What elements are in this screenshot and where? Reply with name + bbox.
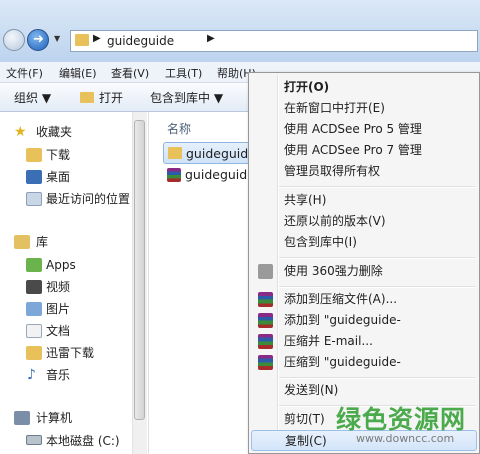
open-button[interactable]: 打开 <box>99 89 123 106</box>
nav-label: 本地磁盘 (C:) <box>46 434 120 448</box>
folder-icon <box>80 92 94 103</box>
ctx-label: 压缩并 E-mail... <box>284 334 373 348</box>
nav-scrollbar[interactable] <box>132 112 147 454</box>
computer-icon <box>14 411 30 425</box>
nav-label: 文档 <box>46 324 71 338</box>
nav-label: 下载 <box>46 148 71 162</box>
ctx-compress-email[interactable]: 压缩并 E-mail... <box>251 331 477 352</box>
chevron-right-icon[interactable]: ▶ <box>207 33 215 44</box>
ctx-compress-to-named[interactable]: 压缩到 "guideguide- <box>251 352 477 373</box>
menu-file[interactable]: 文件(F) <box>6 65 43 81</box>
menu-separator <box>279 186 475 188</box>
ctx-open[interactable]: 打开(O) <box>251 77 477 98</box>
library-icon <box>14 235 30 249</box>
menu-edit[interactable]: 编辑(E) <box>59 65 97 81</box>
ctx-label: 使用 ACDSee Pro 7 管理 <box>284 143 422 157</box>
menu-separator <box>279 377 475 379</box>
apps-icon <box>26 258 42 272</box>
folder-icon <box>168 147 182 159</box>
winrar-icon <box>258 355 273 370</box>
ctx-acdsee7[interactable]: 使用 ACDSee Pro 7 管理 <box>251 140 477 161</box>
recent-places-icon <box>26 192 42 206</box>
ctx-take-ownership[interactable]: 管理员取得所有权 <box>251 161 477 182</box>
context-menu: 打开(O) 在新窗口中打开(E) 使用 ACDSee Pro 5 管理 使用 A… <box>248 72 480 454</box>
ctx-360-delete[interactable]: 使用 360强力删除 <box>251 261 477 282</box>
scroll-thumb[interactable] <box>134 120 145 420</box>
organize-button[interactable]: 组织 ▼ <box>14 89 51 106</box>
drive-icon <box>26 435 42 445</box>
desktop-icon <box>26 170 42 184</box>
breadcrumb-item[interactable]: guideguide <box>107 34 174 48</box>
ctx-label: 使用 360强力删除 <box>284 264 383 278</box>
menu-view[interactable]: 查看(V) <box>111 65 149 81</box>
watermark-logo-text: 绿色资源网 <box>336 405 467 434</box>
ctx-label: 共享(H) <box>284 193 327 207</box>
nav-label: 音乐 <box>46 368 71 382</box>
ctx-share[interactable]: 共享(H) <box>251 190 477 211</box>
ctx-restore-versions[interactable]: 还原以前的版本(V) <box>251 211 477 232</box>
forward-button[interactable]: ➜ <box>27 29 49 51</box>
ctx-label: 压缩到 "guideguide- <box>284 355 401 369</box>
music-note-icon: ♪ <box>27 367 36 383</box>
winrar-icon <box>258 292 273 307</box>
arrow-right-icon: ➜ <box>33 32 44 47</box>
nav-label: Apps <box>46 258 76 272</box>
nav-label: 最近访问的位置 <box>46 192 131 206</box>
winrar-icon <box>258 334 273 349</box>
nav-label: 库 <box>36 235 49 249</box>
ctx-label: 包含到库中(I) <box>284 235 357 249</box>
ctx-label: 发送到(N) <box>284 383 339 397</box>
nav-label: 桌面 <box>46 170 71 184</box>
file-name: guideguide <box>186 146 256 161</box>
ctx-label: 在新窗口中打开(E) <box>284 101 385 115</box>
ctx-label: 管理员取得所有权 <box>284 164 381 178</box>
menu-separator <box>279 257 475 259</box>
nav-label: 图片 <box>46 302 71 316</box>
back-button[interactable] <box>3 29 25 51</box>
ctx-label: 复制(C) <box>285 434 327 448</box>
star-icon: ★ <box>14 124 27 140</box>
downloads-folder-icon <box>26 148 42 162</box>
nav-label: 视频 <box>46 280 71 294</box>
column-header-name[interactable]: 名称 <box>167 120 191 137</box>
file-row-selected[interactable]: guideguide <box>163 142 259 164</box>
ctx-label: 打开(O) <box>284 80 330 94</box>
menu-tools[interactable]: 工具(T) <box>165 65 202 81</box>
ctx-label: 添加到压缩文件(A)... <box>284 292 398 306</box>
nav-label: 迅雷下载 <box>46 346 95 360</box>
download-folder-icon <box>26 346 42 360</box>
winrar-icon <box>258 313 273 328</box>
nav-label: 收藏夹 <box>36 125 73 139</box>
ctx-add-archive[interactable]: 添加到压缩文件(A)... <box>251 289 477 310</box>
shredder-icon <box>258 264 273 279</box>
ctx-label: 使用 ACDSee Pro 5 管理 <box>284 122 422 136</box>
ctx-label: 剪切(T) <box>284 412 325 426</box>
documents-icon <box>26 324 42 338</box>
recent-pages-dropdown[interactable]: ▼ <box>54 34 60 43</box>
navigation-pane: ★ 收藏夹 下载 桌面 最近访问的位置 库 Apps 视频 图片 文档 迅雷下载… <box>0 112 149 454</box>
ctx-acdsee5[interactable]: 使用 ACDSee Pro 5 管理 <box>251 119 477 140</box>
video-icon <box>26 280 42 294</box>
chevron-right-icon: ▶ <box>93 33 101 44</box>
ctx-label: 还原以前的版本(V) <box>284 214 386 228</box>
file-row[interactable]: guideguide <box>163 164 259 186</box>
ctx-send-to[interactable]: 发送到(N) <box>251 380 477 401</box>
watermark-url: www.downcc.com <box>356 432 455 445</box>
pictures-icon <box>26 302 42 316</box>
file-list-pane: 名称 guideguide guideguide <box>149 112 259 454</box>
file-name: guideguide <box>185 167 255 182</box>
ctx-open-new-window[interactable]: 在新窗口中打开(E) <box>251 98 477 119</box>
menu-separator <box>279 286 475 288</box>
ctx-add-to-named[interactable]: 添加到 "guideguide- <box>251 310 477 331</box>
ctx-include-library[interactable]: 包含到库中(I) <box>251 232 477 253</box>
rar-archive-icon <box>167 168 181 182</box>
address-path-box[interactable]: ▶ guideguide ▶ <box>70 30 478 52</box>
include-in-library-button[interactable]: 包含到库中 ▼ <box>150 89 223 106</box>
folder-icon <box>75 34 89 46</box>
ctx-label: 添加到 "guideguide- <box>284 313 401 327</box>
nav-label: 计算机 <box>36 411 73 425</box>
address-bar-area: ➜ ▼ ▶ guideguide ▶ <box>0 0 480 63</box>
